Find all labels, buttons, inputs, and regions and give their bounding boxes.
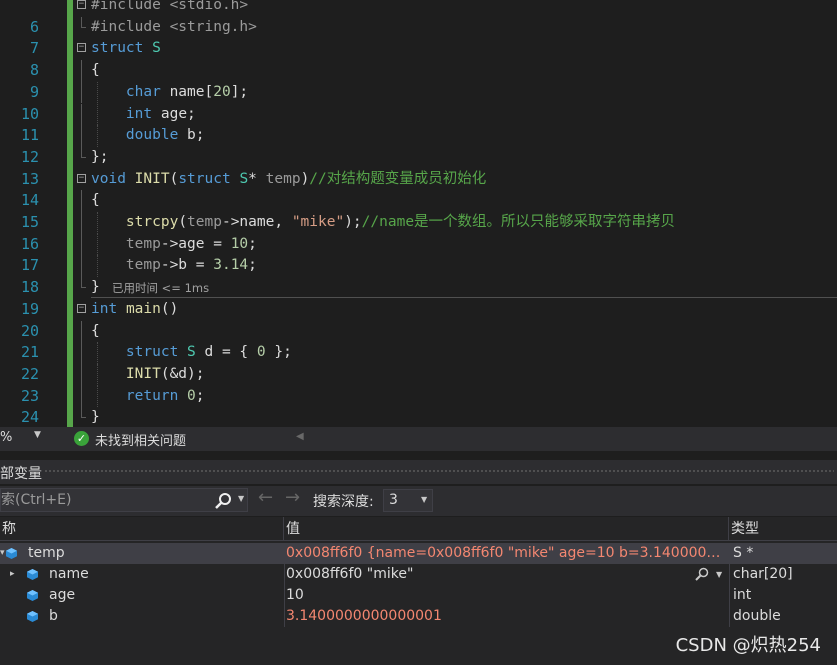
chevron-down-icon[interactable]: ▼ <box>34 430 41 440</box>
code-line[interactable]: 18 temp->b = 3.14; <box>0 255 837 296</box>
code-editor[interactable]: 6 − #include <stdio.h> 7 #include <strin… <box>0 0 837 427</box>
chevron-down-icon: ▼ <box>421 495 428 504</box>
variable-value[interactable]: 10 <box>284 585 728 606</box>
collapse-icon[interactable]: − <box>77 43 86 53</box>
watermark: CSDN @炽热254 <box>675 635 821 656</box>
code-line[interactable]: 12 double b; <box>0 125 837 166</box>
code-line[interactable]: 20 − int main() <box>0 299 837 340</box>
variable-type: int <box>729 585 837 606</box>
code-line[interactable]: 22 struct S d = { 0 }; <box>0 342 837 383</box>
code-line[interactable]: 21 { <box>0 320 837 361</box>
search-icon[interactable] <box>214 492 232 510</box>
code-line[interactable]: 16 strcpy(temp->name, "mike");//name是一个数… <box>0 212 837 253</box>
chevron-down-icon[interactable]: ▼ <box>238 494 244 503</box>
code-line[interactable]: 24 return 0; <box>0 385 837 426</box>
check-circle-icon: ✓ <box>74 431 89 446</box>
search-depth-select[interactable]: 3 ▼ <box>383 489 433 512</box>
panel-drag-grip[interactable] <box>44 469 834 474</box>
column-header-type[interactable]: 类型 <box>729 517 837 541</box>
panel-title: 部变量 <box>0 466 42 482</box>
variable-type: S * <box>729 543 837 564</box>
collapse-icon[interactable]: − <box>77 0 86 9</box>
variable-type: double <box>729 606 837 627</box>
code-line[interactable]: 23 INIT(&d); <box>0 363 837 405</box>
table-row[interactable]: age 10 int <box>0 585 837 606</box>
variable-value[interactable]: 3.1400000000000001 <box>284 606 728 627</box>
variable-name: b <box>49 608 58 624</box>
code-line[interactable]: 17 temp->age = 10; <box>0 233 837 274</box>
forward-arrow-icon[interactable]: → <box>285 487 300 508</box>
variable-name: age <box>49 587 76 603</box>
collapse-icon[interactable]: − <box>77 173 86 183</box>
code-line[interactable]: 6 − #include <stdio.h> <box>0 0 837 36</box>
code-line[interactable]: 19 } 已用时间 <= 1ms <box>0 277 837 318</box>
table-row[interactable]: b 3.1400000000000001 double <box>0 606 837 627</box>
collapse-icon[interactable]: − <box>77 303 86 313</box>
code-line[interactable]: 7 #include <string.h> <box>0 16 837 57</box>
magnifier-icon[interactable] <box>695 567 709 581</box>
code-line[interactable]: 11 int age; <box>0 103 837 144</box>
chevron-down-icon[interactable]: ▼ <box>716 564 722 585</box>
variable-name: name <box>49 566 89 582</box>
variable-type: char[20] <box>729 564 837 585</box>
table-row[interactable]: ▾ temp 0x008ff6f0 {name=0x008ff6f0 "mike… <box>0 543 837 564</box>
editor-status-bar: % ▼ ✓ 未找到相关问题 ◀ <box>0 427 837 451</box>
variable-value[interactable]: 0x008ff6f0 "mike" <box>284 564 728 585</box>
variable-value[interactable]: 0x008ff6f0 {name=0x008ff6f0 "mike" age=1… <box>284 543 728 564</box>
code-line[interactable]: 8 − struct S <box>0 38 837 79</box>
code-line[interactable]: 15 { <box>0 190 837 231</box>
search-box[interactable]: ▼ <box>0 488 248 512</box>
code-line[interactable]: 13 }; <box>0 146 837 188</box>
back-arrow-icon[interactable]: ← <box>258 487 273 508</box>
zoom-level[interactable]: % <box>0 430 12 445</box>
column-header-value[interactable]: 值 <box>284 517 729 541</box>
code-line[interactable]: 9 { <box>0 60 837 101</box>
locals-toolbar: ▼ ← → 搜索深度: 3 ▼ <box>0 486 837 516</box>
code-line[interactable]: 25 } <box>0 407 837 427</box>
issues-status[interactable]: 未找到相关问题 <box>95 430 186 449</box>
column-header-name[interactable]: 称 <box>0 517 284 541</box>
search-input[interactable] <box>1 490 206 510</box>
locals-panel-header: 部变量 <box>0 460 837 484</box>
code-line[interactable]: 10 char name[20]; <box>0 81 837 123</box>
code-line[interactable]: 14 − void INIT(struct S* temp)//对结构题变量成员… <box>0 169 837 210</box>
variable-name: temp <box>28 545 65 561</box>
scroll-left-icon[interactable]: ◀ <box>296 431 304 442</box>
search-depth-label: 搜索深度: <box>313 494 374 510</box>
table-row[interactable]: ▸ name 0x008ff6f0 "mike" ▼ char[20] <box>0 564 837 585</box>
